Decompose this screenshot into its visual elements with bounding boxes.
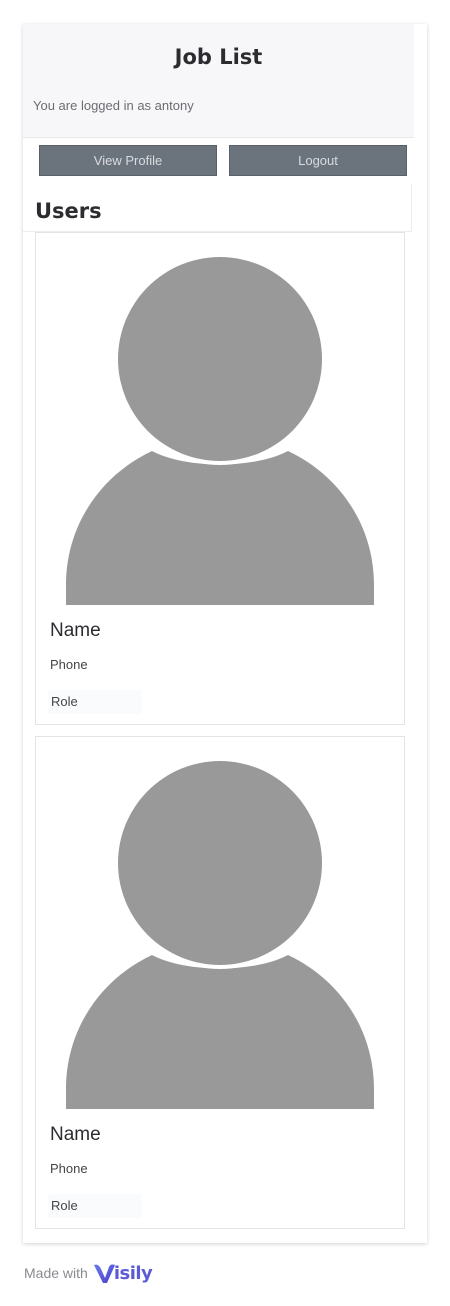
user-role-badge: Role	[48, 690, 142, 714]
header: Job List You are logged in as antony	[23, 24, 414, 138]
user-avatar-icon	[66, 255, 374, 605]
made-with-text: Made with	[24, 1265, 88, 1281]
users-title: Users	[35, 199, 102, 223]
user-avatar-icon	[66, 759, 374, 1109]
footer: Made with isily	[24, 1258, 153, 1288]
brand-name: isily	[113, 1262, 153, 1284]
user-name: Name	[50, 620, 101, 641]
visily-brand-link[interactable]: isily	[93, 1261, 153, 1285]
user-name: Name	[50, 1124, 101, 1145]
page-title: Job List	[174, 45, 263, 69]
user-card[interactable]: Name Phone Role	[35, 232, 405, 725]
logout-button[interactable]: Logout	[229, 145, 407, 176]
app-frame: Job List You are logged in as antony Vie…	[23, 24, 427, 1243]
user-phone: Phone	[50, 657, 88, 672]
view-profile-button[interactable]: View Profile	[39, 145, 217, 176]
user-card[interactable]: Name Phone Role	[35, 736, 405, 1229]
login-status-text: You are logged in as antony	[33, 98, 194, 113]
user-role-badge: Role	[48, 1194, 142, 1218]
user-phone: Phone	[50, 1161, 88, 1176]
